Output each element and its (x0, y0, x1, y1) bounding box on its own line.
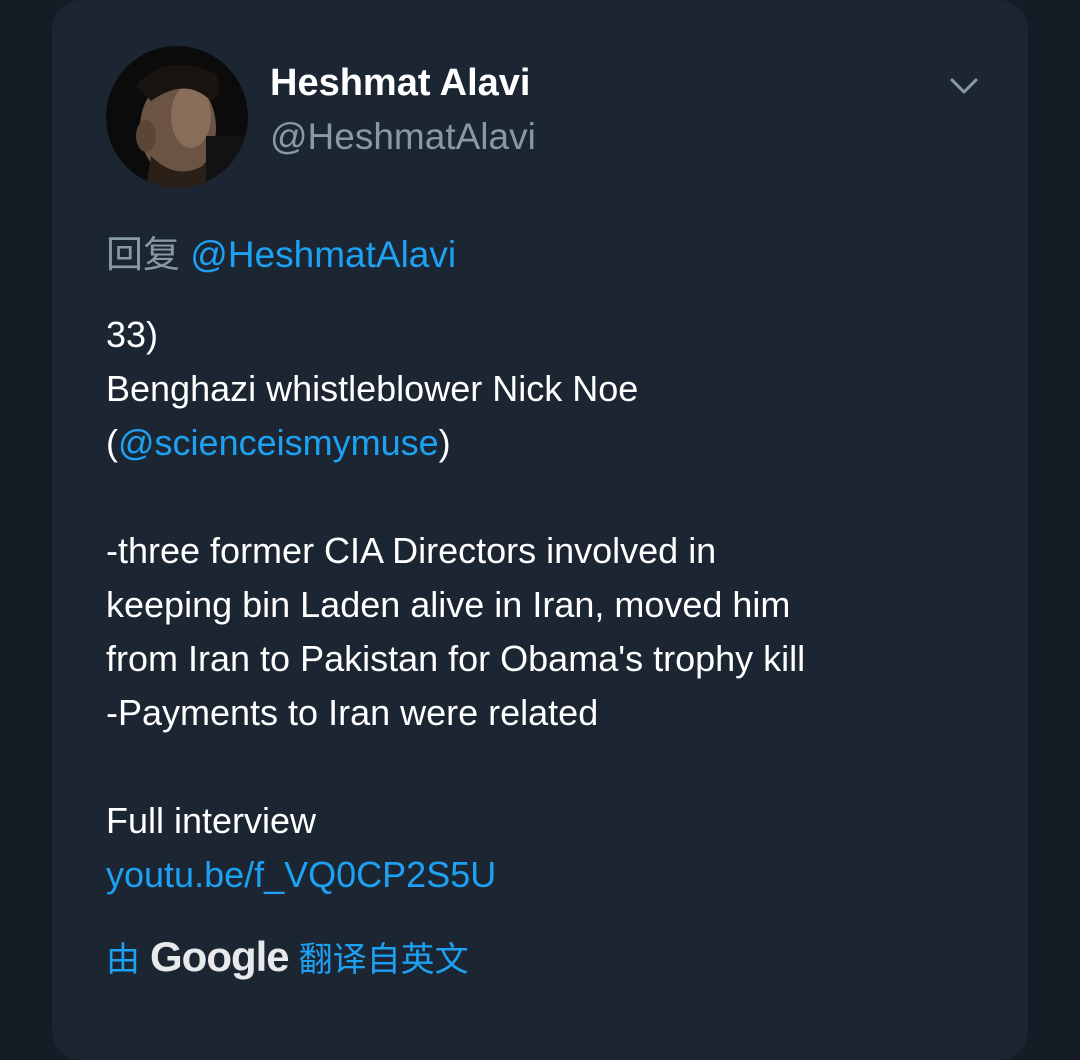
translation-bar: 由 Google 翻译自英文 (106, 932, 469, 981)
reply-prefix: 回复 (106, 234, 180, 275)
reply-context: 回复 @HeshmatAlavi (106, 224, 456, 278)
body-line: Full interview (106, 800, 317, 841)
mention-link[interactable]: @scienceismymuse (118, 422, 439, 463)
body-line: 33) (106, 314, 159, 355)
avatar-photo-icon (106, 46, 248, 188)
body-line: -Payments to Iran were related (106, 692, 599, 733)
body-line-mention: (@scienceismymuse) (106, 416, 1006, 470)
youtube-link[interactable]: youtu.be/f_VQ0CP2S5U (106, 848, 1006, 902)
author-handle[interactable]: @HeshmatAlavi (270, 116, 536, 158)
avatar[interactable] (106, 46, 248, 188)
tweet-menu-button[interactable] (944, 66, 984, 106)
author-name[interactable]: Heshmat Alavi (270, 62, 530, 105)
body-line: -three former CIA Directors involved in (106, 530, 717, 571)
reply-mention-link[interactable]: @HeshmatAlavi (190, 234, 456, 275)
paren-open: ( (106, 422, 118, 463)
body-line: keeping bin Laden alive in Iran, moved h… (106, 584, 791, 625)
body-line: from Iran to Pakistan for Obama's trophy… (106, 638, 806, 679)
google-logo: Google (150, 932, 290, 980)
tweet-body: 33) Benghazi whistleblower Nick Noe (@sc… (106, 308, 1006, 902)
chevron-down-icon (950, 78, 978, 94)
translation-link[interactable]: 翻译自英文 (299, 932, 469, 981)
translation-by: 由 (106, 941, 140, 979)
body-line: Benghazi whistleblower Nick Noe (106, 368, 639, 409)
paren-close: ) (438, 422, 451, 463)
